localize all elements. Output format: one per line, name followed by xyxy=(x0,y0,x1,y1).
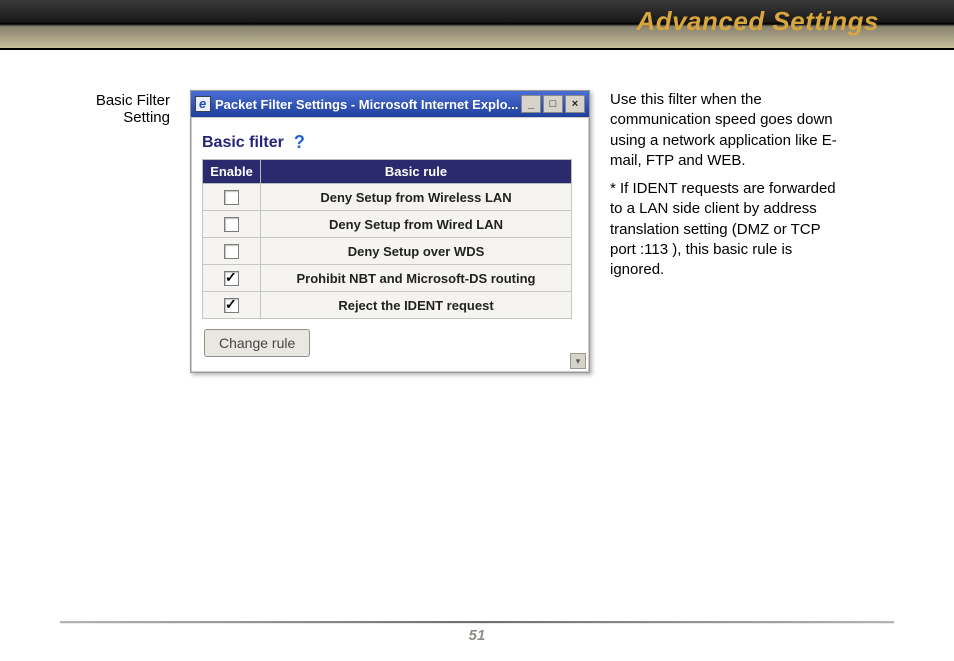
col-rule: Basic rule xyxy=(261,160,572,184)
rule-label: Prohibit NBT and Microsoft-DS routing xyxy=(261,265,572,292)
change-rule-button[interactable]: Change rule xyxy=(204,329,310,357)
table-row: Deny Setup from Wireless LAN xyxy=(203,184,572,211)
help-icon[interactable]: ? xyxy=(294,132,305,153)
description-p2: * If IDENT requests are forwarded to a L… xyxy=(610,179,840,280)
section-label: Basic Filter Setting xyxy=(60,90,170,373)
section-label-line2: Setting xyxy=(123,109,170,126)
footer-divider xyxy=(60,621,894,623)
ie-icon xyxy=(195,96,211,112)
filter-section-header: Basic filter ? xyxy=(202,132,578,153)
browser-window: Packet Filter Settings - Microsoft Inter… xyxy=(190,90,590,373)
window-title: Packet Filter Settings - Microsoft Inter… xyxy=(215,97,521,112)
rules-table: Enable Basic rule Deny Setup from Wirele… xyxy=(202,159,572,319)
table-row: Prohibit NBT and Microsoft-DS routing xyxy=(203,265,572,292)
description: Use this filter when the communication s… xyxy=(610,90,840,373)
close-button[interactable]: × xyxy=(565,95,585,113)
page-title: Advanced Settings xyxy=(636,6,879,37)
table-row: Reject the IDENT request xyxy=(203,292,572,319)
window-body: Basic filter ? Enable Basic rule Deny Se… xyxy=(191,117,589,372)
rule-label: Deny Setup from Wireless LAN xyxy=(261,184,572,211)
checkbox[interactable] xyxy=(224,190,239,205)
minimize-button[interactable]: _ xyxy=(521,95,541,113)
window-titlebar[interactable]: Packet Filter Settings - Microsoft Inter… xyxy=(191,91,589,117)
table-row: Deny Setup over WDS xyxy=(203,238,572,265)
content-area: Basic Filter Setting Packet Filter Setti… xyxy=(0,50,954,373)
section-label-line1: Basic Filter xyxy=(96,92,170,109)
header-band: Advanced Settings xyxy=(0,0,954,48)
rule-label: Deny Setup over WDS xyxy=(261,238,572,265)
window-buttons: _ □ × xyxy=(521,95,585,113)
scroll-down-icon[interactable]: ▾ xyxy=(570,353,586,369)
rule-label: Deny Setup from Wired LAN xyxy=(261,211,572,238)
description-p1: Use this filter when the communication s… xyxy=(610,90,840,171)
table-row: Deny Setup from Wired LAN xyxy=(203,211,572,238)
page-footer: 51 xyxy=(60,621,894,645)
checkbox[interactable] xyxy=(224,271,239,286)
page-number: 51 xyxy=(469,627,486,644)
checkbox[interactable] xyxy=(224,217,239,232)
filter-section-title: Basic filter xyxy=(202,134,284,152)
checkbox[interactable] xyxy=(224,244,239,259)
checkbox[interactable] xyxy=(224,298,239,313)
rule-label: Reject the IDENT request xyxy=(261,292,572,319)
col-enable: Enable xyxy=(203,160,261,184)
maximize-button[interactable]: □ xyxy=(543,95,563,113)
